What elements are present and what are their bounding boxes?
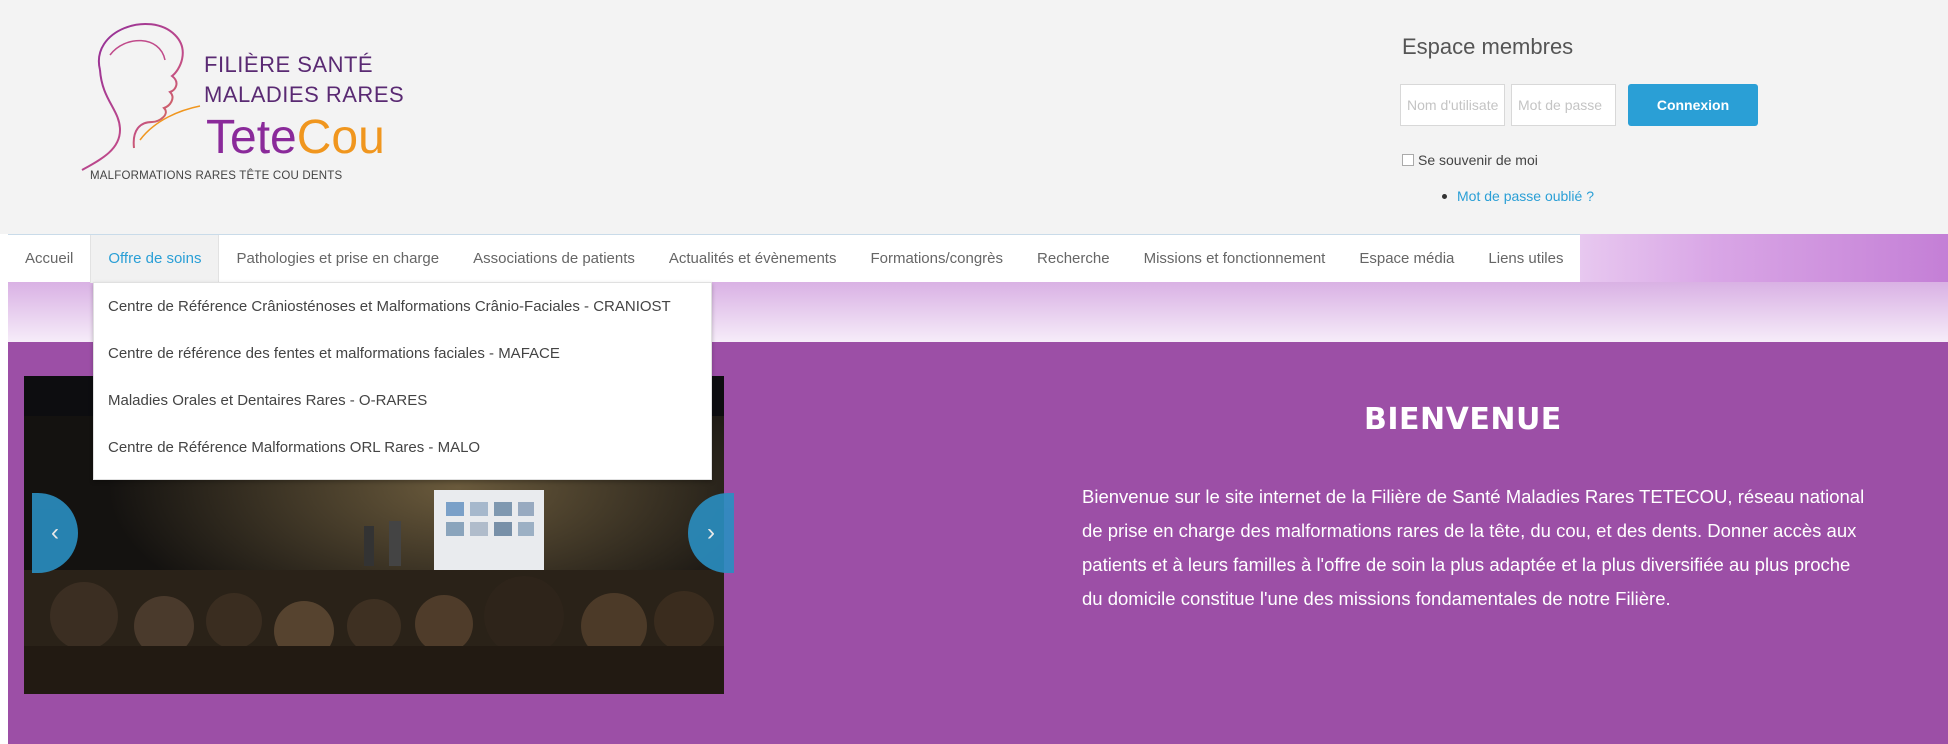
logo-line-2: MALADIES RARES [204, 82, 405, 107]
username-input[interactable] [1400, 84, 1505, 126]
logo-tagline: MALFORMATIONS RARES TÊTE COU DENTS [90, 170, 343, 182]
logo-brand-tete: Tete [206, 111, 297, 164]
login-form: Connexion [1400, 84, 1758, 126]
welcome-title: BIENVENUE [1364, 402, 1562, 437]
dropdown-item-malo[interactable]: Centre de Référence Malformations ORL Ra… [94, 424, 711, 471]
logo-line-1: FILIÈRE SANTÉ [204, 52, 374, 77]
nav-item-actualites[interactable]: Actualités et évènements [652, 235, 854, 283]
main-nav: Accueil Offre de soins Pathologies et pr… [8, 234, 1581, 283]
nav-item-pathologies[interactable]: Pathologies et prise en charge [219, 235, 456, 283]
nav-item-recherche[interactable]: Recherche [1020, 235, 1127, 283]
welcome-text: Bienvenue sur le site internet de la Fil… [1082, 486, 1865, 609]
members-area: Espace membres Connexion Se souvenir de … [1400, 34, 1820, 204]
dropdown-item-o-rares[interactable]: Maladies Orales et Dentaires Rares - O-R… [94, 377, 711, 424]
forgot-password-link[interactable]: Mot de passe oublié ? [1457, 188, 1594, 204]
dropdown-item-craniost[interactable]: Centre de Référence Crâniosténoses et Ma… [94, 283, 711, 330]
remember-checkbox[interactable] [1402, 154, 1414, 166]
offre-de-soins-dropdown: Centre de Référence Crâniosténoses et Ma… [93, 282, 712, 480]
nav-item-missions[interactable]: Missions et fonctionnement [1127, 235, 1343, 283]
logo-brand: TeteCou [206, 110, 385, 165]
logo-brand-cou: Cou [296, 111, 385, 164]
nav-item-accueil[interactable]: Accueil [8, 235, 90, 283]
password-input[interactable] [1511, 84, 1616, 126]
forgot-password: Mot de passe oublié ? [1442, 188, 1594, 204]
members-title: Espace membres [1402, 34, 1574, 59]
nav-item-offre-de-soins[interactable]: Offre de soins [90, 235, 220, 283]
nav-item-liens-utiles[interactable]: Liens utiles [1471, 235, 1580, 283]
remember-label: Se souvenir de moi [1418, 152, 1538, 168]
login-button[interactable]: Connexion [1628, 84, 1758, 126]
dropdown-item-maface[interactable]: Centre de référence des fentes et malfor… [94, 330, 711, 377]
nav-item-associations[interactable]: Associations de patients [456, 235, 652, 283]
bullet-icon [1442, 193, 1447, 199]
site-logo[interactable]: FILIÈRE SANTÉ MALADIES RARES TeteCou MAL… [80, 10, 410, 182]
chevron-left-icon: ‹ [51, 519, 59, 546]
remember-me: Se souvenir de moi [1402, 152, 1538, 168]
nav-item-formations[interactable]: Formations/congrès [853, 235, 1020, 283]
nav-item-espace-media[interactable]: Espace média [1342, 235, 1471, 283]
chevron-right-icon: › [707, 519, 715, 546]
head-silhouette-icon [81, 23, 201, 171]
site-header: FILIÈRE SANTÉ MALADIES RARES TeteCou MAL… [0, 0, 1948, 234]
